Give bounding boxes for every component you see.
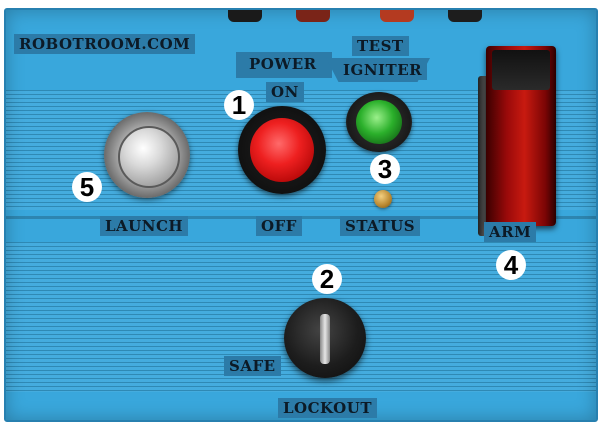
binding-post-red <box>380 10 414 22</box>
binding-post-black <box>448 10 482 22</box>
lockout-key-switch[interactable] <box>284 298 366 378</box>
launch-button-cap[interactable] <box>118 126 180 188</box>
arm-cover-top <box>492 50 550 90</box>
status-label: STATUS <box>340 216 421 236</box>
marker-power: 1 <box>224 90 254 120</box>
off-label: OFF <box>256 216 302 236</box>
test-label: TEST <box>352 36 409 56</box>
lockout-label: LOCKOUT <box>278 398 377 418</box>
igniter-label: IGNITER <box>338 60 428 80</box>
power-on-label: ON <box>266 82 304 102</box>
key-slot[interactable] <box>320 314 330 364</box>
arm-toggle-switch[interactable] <box>478 46 560 236</box>
brand-label: ROBOTROOM.COM <box>14 34 196 54</box>
test-igniter-lens[interactable] <box>356 100 402 144</box>
marker-lockout: 2 <box>312 264 342 294</box>
launch-button[interactable] <box>104 112 190 198</box>
power-switch[interactable] <box>238 106 326 194</box>
launch-label: LAUNCH <box>100 216 189 236</box>
safe-label: SAFE <box>224 356 281 376</box>
power-label: POWER <box>244 54 322 74</box>
marker-arm: 4 <box>496 250 526 280</box>
power-switch-lens[interactable] <box>250 118 314 182</box>
status-led <box>374 190 392 208</box>
binding-post-red <box>296 10 330 22</box>
marker-status: 3 <box>370 154 400 184</box>
binding-post-black <box>228 10 262 22</box>
arm-label: ARM <box>484 222 537 242</box>
test-igniter-button[interactable] <box>346 92 412 152</box>
launch-controller-panel: ROBOTROOM.COM POWER ON TEST IGNITER LAUN… <box>4 8 598 422</box>
marker-launch: 5 <box>72 172 102 202</box>
